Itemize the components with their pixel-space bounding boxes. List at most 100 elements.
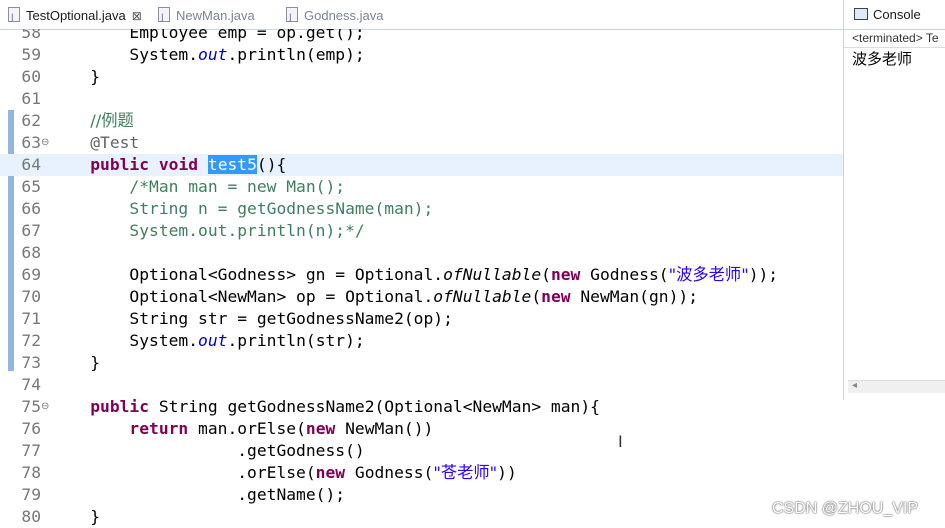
line-number: 62 [21, 111, 41, 130]
code-text: public void test5(){ [51, 154, 286, 176]
code-line[interactable]: 61 [0, 88, 843, 110]
code-text: String str = getGodnessName2(op); [51, 308, 452, 330]
code-token: NewMan(gn)); [570, 287, 698, 306]
code-text: System.out.println(str); [51, 330, 365, 352]
line-number: 75 [21, 397, 41, 416]
tab-label: Godness.java [304, 8, 384, 23]
line-number: 72 [21, 331, 41, 350]
comment-token: /*Man man = new Man(); [129, 177, 346, 196]
code-line[interactable]: 63 ⊖ @Test [0, 132, 843, 154]
line-number: 74 [21, 375, 41, 394]
code-token: System. [51, 45, 199, 64]
line-number: 76 [21, 419, 41, 438]
console-output: 波多老师 [852, 50, 913, 68]
code-text: public String getGodnessName2(Optional<N… [51, 396, 600, 418]
code-line[interactable]: 75 ⊖ public String getGodnessName2(Option… [0, 396, 843, 418]
text-cursor-icon: I [618, 432, 623, 451]
code-line[interactable]: 76 return man.orElse(new NewMan()) [0, 418, 843, 440]
code-line[interactable]: 73 } [0, 352, 843, 374]
code-token: ( [541, 265, 551, 284]
code-token: String getGodnessName2(Optional<NewMan> … [149, 397, 600, 416]
code-line[interactable]: 64 public void test5(){ [0, 154, 843, 176]
code-token: out [198, 45, 228, 64]
line-number: 68 [21, 243, 41, 262]
code-token: Optional<NewMan> op = Optional. [51, 287, 434, 306]
code-line[interactable]: 67 System.out.println(n);*/ [0, 220, 843, 242]
code-line[interactable]: 60 } [0, 66, 843, 88]
code-line[interactable]: 58 Employee emp = op.get(); [0, 29, 843, 44]
fold-collapse-icon[interactable]: ⊖ [41, 132, 49, 154]
fold-collapse-icon[interactable]: ⊖ [41, 396, 49, 418]
code-token: .orElse( [51, 463, 316, 482]
code-token: ofNullable [443, 265, 542, 284]
console-scrollbar[interactable]: ◂ [848, 380, 945, 393]
string-token: "波多老师" [668, 265, 749, 284]
code-token: man.orElse( [188, 419, 306, 438]
code-text: Employee emp = op.get(); [51, 29, 365, 44]
code-text: } [51, 66, 100, 88]
keyword-token: public [90, 155, 150, 174]
line-number: 71 [21, 309, 41, 328]
java-file-icon [8, 7, 20, 29]
code-line[interactable]: 74 [0, 374, 843, 396]
code-line[interactable]: 68 [0, 242, 843, 264]
line-number: 64 [21, 155, 41, 174]
code-line[interactable]: 69 Optional<Godness> gn = Optional.ofNul… [0, 264, 843, 286]
tab-testoptional[interactable]: TestOptional.java ⊠ [8, 5, 142, 29]
keyword-token: public [90, 397, 150, 416]
code-text: } [51, 506, 100, 528]
code-token: Employee emp = op.get(); [129, 29, 365, 42]
scroll-left-icon[interactable]: ◂ [852, 380, 857, 391]
line-number: 58 [21, 29, 41, 42]
code-editor[interactable]: 58 Employee emp = op.get(); 59 System.out… [0, 29, 843, 528]
console-view: Console <terminated> Te 波多老师 ◂ [843, 0, 945, 400]
code-token: )) [497, 463, 517, 482]
comment-token: String n = getGodnessName(man); [129, 199, 434, 218]
code-line[interactable]: 72 System.out.println(str); [0, 330, 843, 352]
code-text: System.out.println(n);*/ [51, 220, 364, 242]
code-text: .getName(); [51, 484, 345, 506]
comment-token: //例题 [90, 111, 134, 130]
string-token: "苍老师" [433, 463, 498, 482]
code-line[interactable]: 65 /*Man man = new Man(); [0, 176, 843, 198]
code-token: out [198, 331, 228, 350]
editor-tab-bar: TestOptional.java ⊠ NewMan.java Godness.j… [0, 0, 843, 30]
keyword-token: new [541, 287, 571, 306]
code-line[interactable]: 71 String str = getGodnessName2(op); [0, 308, 843, 330]
line-number: 61 [21, 89, 41, 108]
code-line[interactable]: 59 System.out.println(emp); [0, 44, 843, 66]
console-title: Console [873, 7, 921, 22]
code-text: //例题 [51, 110, 134, 132]
close-icon[interactable]: ⊠ [132, 9, 142, 23]
code-line[interactable]: 78 .orElse(new Godness("苍老师")) [0, 462, 843, 484]
code-line[interactable]: 80 } [0, 506, 843, 528]
console-tab[interactable]: Console [844, 0, 945, 30]
code-token: System. [51, 331, 199, 350]
code-text: .getGodness() [51, 440, 364, 462]
tab-godness[interactable]: Godness.java [286, 5, 384, 29]
code-line[interactable]: 79 .getName(); [0, 484, 843, 506]
line-number: 78 [21, 463, 41, 482]
tab-newman[interactable]: NewMan.java [158, 5, 255, 29]
java-file-icon [286, 7, 298, 29]
keyword-token: void [158, 155, 199, 174]
code-line[interactable]: 70 Optional<NewMan> op = Optional.ofNull… [0, 286, 843, 308]
code-text: } [51, 352, 100, 374]
code-line[interactable]: 66 String n = getGodnessName(man); [0, 198, 843, 220]
code-line[interactable]: 77 .getGodness() [0, 440, 843, 462]
line-number: 73 [21, 353, 41, 372]
code-line[interactable]: 62 //例题 [0, 110, 843, 132]
code-text: System.out.println(emp); [51, 44, 364, 66]
code-token: .println(str); [227, 331, 365, 350]
line-number: 69 [21, 265, 41, 284]
code-text: .orElse(new Godness("苍老师")) [51, 462, 517, 484]
line-number: 80 [21, 507, 41, 526]
line-number: 66 [21, 199, 41, 218]
